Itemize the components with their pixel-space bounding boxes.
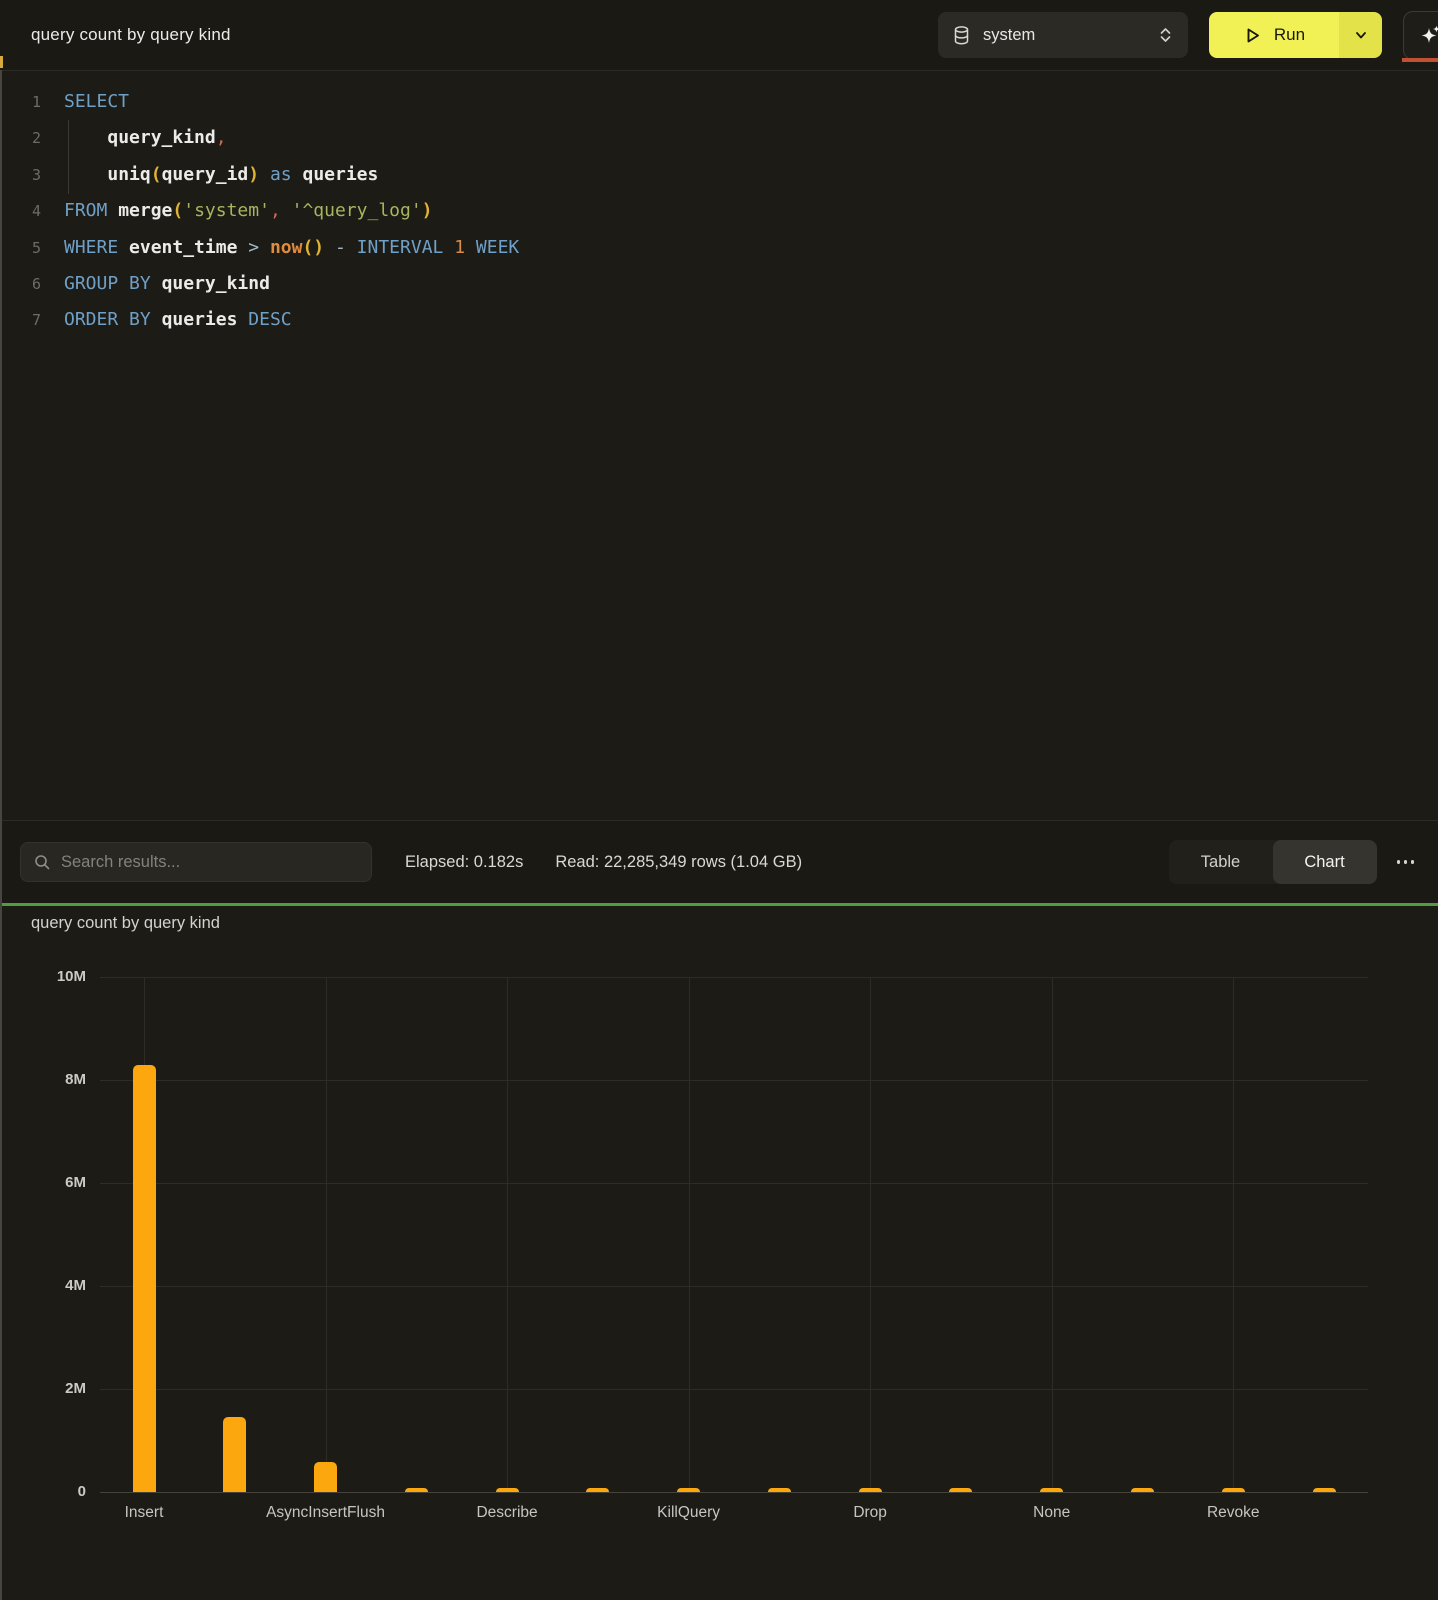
bar[interactable] (223, 1417, 246, 1492)
bar[interactable] (677, 1488, 700, 1492)
header-toolbar: query count by query kind system (0, 0, 1438, 70)
bar[interactable] (859, 1488, 882, 1492)
search-icon (33, 853, 51, 871)
x-axis-label: Insert (59, 1504, 229, 1522)
line-number: 5 (0, 230, 41, 266)
code-line: 2 query_kind, (0, 120, 1438, 156)
h-gridline (100, 977, 1368, 978)
v-gridline (1233, 977, 1234, 1492)
bar[interactable] (405, 1488, 428, 1492)
bar[interactable] (1040, 1488, 1063, 1492)
y-axis-tick: 4M (10, 1277, 86, 1294)
sql-console-window: query count by query kind system (0, 0, 1438, 1600)
line-number: 4 (0, 193, 41, 229)
bar[interactable] (1222, 1488, 1245, 1492)
bar-chart: 10M8M6M4M2M0InsertAsyncInsertFlushDescri… (100, 977, 1368, 1492)
h-gridline (100, 1492, 1368, 1493)
run-button-group: Run (1209, 12, 1382, 58)
run-button-label: Run (1274, 25, 1305, 45)
code-line: 5WHERE event_time > now() - INTERVAL 1 W… (0, 230, 1438, 266)
line-number: 1 (0, 84, 41, 120)
bar[interactable] (1313, 1488, 1336, 1492)
y-axis-tick: 8M (10, 1071, 86, 1088)
line-number: 3 (0, 157, 41, 193)
run-options-button[interactable] (1339, 12, 1382, 58)
search-results-box[interactable] (20, 842, 372, 882)
ai-assistant-button[interactable] (1403, 11, 1438, 60)
bar[interactable] (1131, 1488, 1154, 1492)
chevron-down-icon (1354, 28, 1368, 42)
bar[interactable] (949, 1488, 972, 1492)
scrollbar-marker (1402, 58, 1438, 62)
x-axis-label: AsyncInsertFlush (241, 1504, 411, 1522)
sql-editor[interactable]: 1SELECT2 query_kind,3 uniq(query_id) as … (0, 70, 1438, 820)
code-line: 6GROUP BY query_kind (0, 266, 1438, 302)
indent-guide (68, 120, 69, 194)
v-gridline (1052, 977, 1053, 1492)
x-axis-label: Drop (785, 1504, 955, 1522)
bar[interactable] (314, 1462, 337, 1492)
code-line: 3 uniq(query_id) as queries (0, 157, 1438, 193)
x-axis-label: KillQuery (604, 1504, 774, 1522)
v-gridline (507, 977, 508, 1492)
pane-resize-handle[interactable] (0, 70, 2, 1600)
chart-panel: query count by query kind 10M8M6M4M2M0In… (0, 906, 1438, 1600)
v-gridline (870, 977, 871, 1492)
x-axis-label: Revoke (1148, 1504, 1318, 1522)
page-title: query count by query kind (31, 25, 231, 45)
tab-table[interactable]: Table (1169, 840, 1273, 884)
view-toggle: Table Chart (1169, 840, 1377, 884)
h-gridline (100, 1389, 1368, 1390)
bar[interactable] (586, 1488, 609, 1492)
search-input[interactable] (61, 853, 359, 872)
code-line: 1SELECT (0, 84, 1438, 120)
v-gridline (689, 977, 690, 1492)
h-gridline (100, 1183, 1368, 1184)
x-axis-label: Describe (422, 1504, 592, 1522)
results-toolbar: Elapsed: 0.182s Read: 22,285,349 rows (1… (0, 820, 1438, 903)
v-gridline (326, 977, 327, 1492)
database-selector-value: system (983, 26, 1035, 45)
database-icon (953, 26, 970, 45)
y-axis-tick: 0 (10, 1483, 86, 1500)
line-number: 6 (0, 266, 41, 302)
more-options-button[interactable] (1391, 854, 1421, 870)
y-axis-tick: 2M (10, 1380, 86, 1397)
chart-title: query count by query kind (31, 914, 220, 933)
left-edge-accent (0, 56, 3, 68)
code-line: 7ORDER BY queries DESC (0, 302, 1438, 338)
y-axis-tick: 6M (10, 1174, 86, 1191)
code-lines: 1SELECT2 query_kind,3 uniq(query_id) as … (0, 84, 1438, 339)
bar[interactable] (496, 1488, 519, 1492)
read-stat: Read: 22,285,349 rows (1.04 GB) (555, 853, 802, 872)
elapsed-stat: Elapsed: 0.182s (405, 853, 523, 872)
line-number: 2 (0, 120, 41, 156)
database-selector[interactable]: system (938, 12, 1188, 58)
header-actions: system Run (938, 11, 1438, 60)
h-gridline (100, 1286, 1368, 1287)
x-axis-label: None (967, 1504, 1137, 1522)
y-axis-tick: 10M (10, 968, 86, 985)
bar[interactable] (133, 1065, 156, 1492)
code-line: 4FROM merge('system', '^query_log') (0, 193, 1438, 229)
sparkle-icon (1419, 23, 1438, 47)
tab-chart[interactable]: Chart (1273, 840, 1377, 884)
run-button[interactable]: Run (1209, 12, 1339, 58)
line-number: 7 (0, 302, 41, 338)
updown-chevron-icon (1158, 25, 1173, 45)
h-gridline (100, 1080, 1368, 1081)
play-icon (1243, 26, 1262, 45)
bar[interactable] (768, 1488, 791, 1492)
